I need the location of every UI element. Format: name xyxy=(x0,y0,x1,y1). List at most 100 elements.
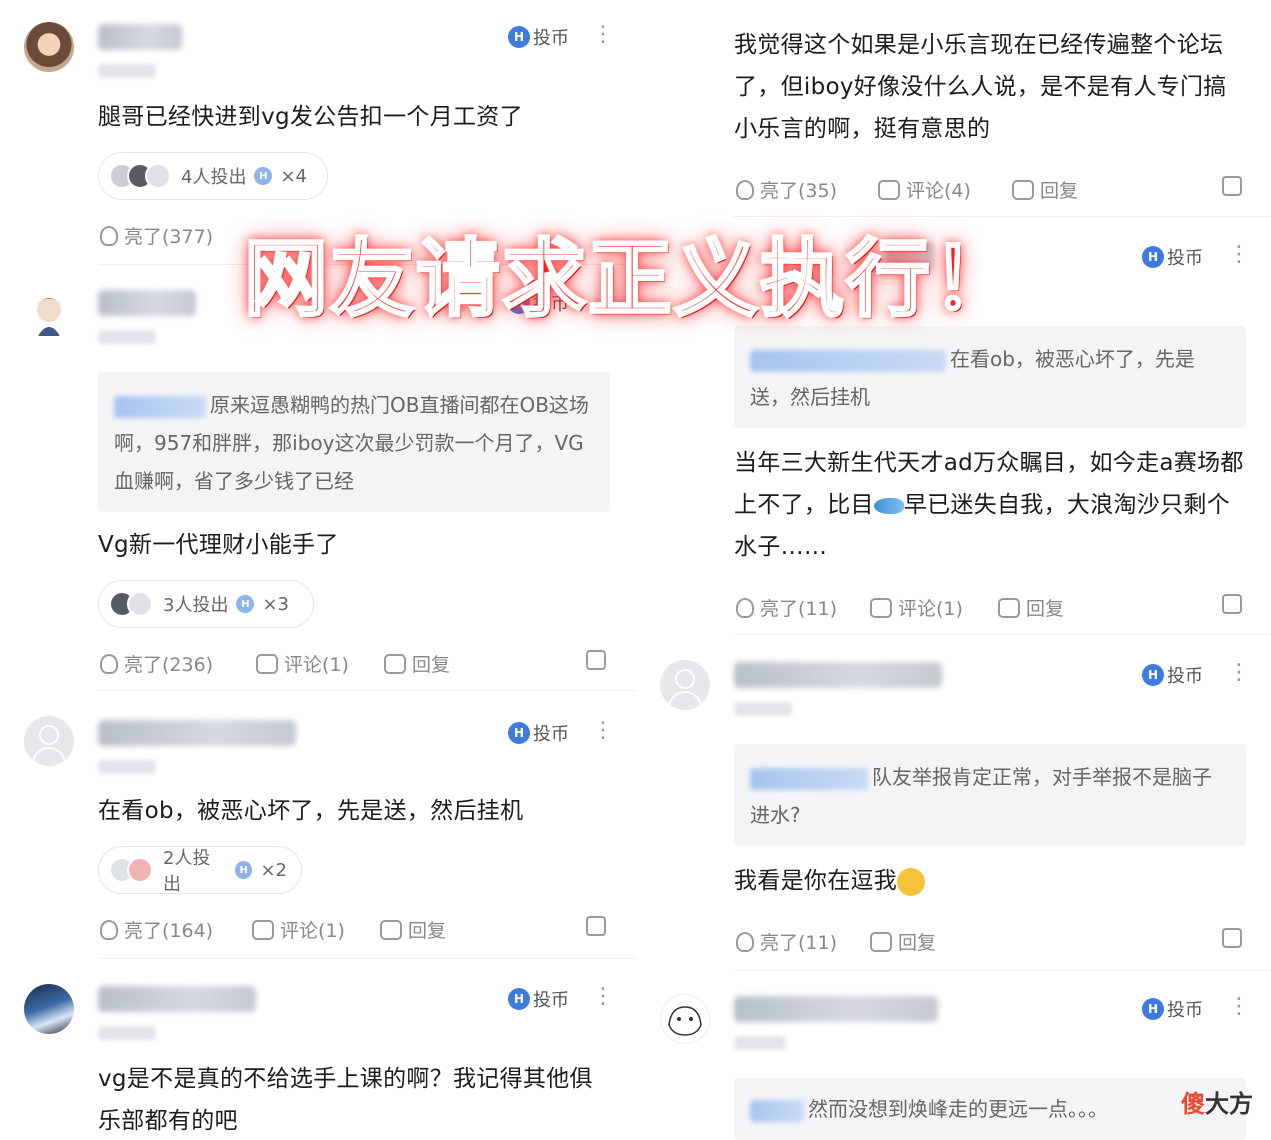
reply-label: 回复 xyxy=(1040,180,1079,202)
avatar[interactable] xyxy=(660,994,710,1044)
username-blurred[interactable] xyxy=(98,986,256,1012)
reply-button[interactable]: 回复 xyxy=(1012,176,1078,203)
action-bar: 亮了(164) 评论(1) 回复 xyxy=(100,916,612,944)
coin-icon: H xyxy=(508,722,530,744)
bulb-icon xyxy=(100,225,118,246)
quoted-reply[interactable]: 队友举报肯定正常，对手举报不是脑子进水? xyxy=(734,744,1246,846)
like-button[interactable]: 亮了(236) xyxy=(100,650,213,677)
like-button[interactable]: 亮了(164) xyxy=(100,916,213,943)
comment-button[interactable]: 评论(1) xyxy=(870,594,963,621)
like-count: 亮了(11) xyxy=(760,598,838,620)
watermark-part: 傻 xyxy=(1181,1090,1205,1118)
coin-button[interactable]: H 投币 xyxy=(1142,662,1203,688)
more-vertical-icon[interactable]: ⋮ xyxy=(1228,662,1250,684)
bulb-icon xyxy=(100,919,118,940)
comment-text: 当年三大新生代天才ad万众瞩目，如今走a赛场都上不了，比目 早已迷失自我，大浪淘沙… xyxy=(734,442,1248,568)
quoted-reply[interactable]: 原来逗愚糊鸭的热门OB直播间都在OB这场啊，957和胖胖，那iboy这次最少罚款… xyxy=(98,372,610,512)
like-button[interactable]: 亮了(377) xyxy=(100,222,213,249)
coin-label: 投币 xyxy=(1167,1000,1203,1021)
default-avatar-icon xyxy=(675,669,695,689)
reply-label: 回复 xyxy=(408,920,447,942)
share-icon xyxy=(586,916,606,936)
avatar[interactable] xyxy=(24,716,74,766)
coin-donors[interactable]: 2人投出 H ×2 xyxy=(98,846,302,895)
quoted-text: 然而没想到焕峰走的更远一点。。。 xyxy=(808,1097,1108,1121)
quoted-username-blurred xyxy=(750,1099,804,1122)
comment-icon xyxy=(252,919,274,940)
watermark: 傻大方 xyxy=(1181,1084,1253,1119)
default-avatar-icon xyxy=(39,725,59,745)
share-button[interactable] xyxy=(586,650,606,670)
more-vertical-icon[interactable]: ⋮ xyxy=(592,24,614,46)
share-button[interactable] xyxy=(1222,928,1242,948)
more-vertical-icon[interactable]: ⋮ xyxy=(1228,996,1250,1018)
share-button[interactable] xyxy=(1222,594,1242,614)
post-time-blurred xyxy=(98,760,156,774)
reply-icon xyxy=(380,919,402,940)
avatar-sketch xyxy=(668,1006,702,1036)
username-blurred[interactable] xyxy=(98,24,182,50)
fish-emoji-icon xyxy=(873,497,904,514)
donor-count: 2人投出 xyxy=(163,848,211,895)
like-count: 亮了(35) xyxy=(760,180,838,202)
smile-emoji-icon xyxy=(897,867,926,896)
username-blurred[interactable] xyxy=(734,662,942,688)
reply-button[interactable]: 回复 xyxy=(870,928,936,955)
comment-text: vg是不是真的不给选手上课的啊？我记得其他俱乐部都有的吧 xyxy=(98,1066,593,1134)
share-icon xyxy=(1222,176,1242,196)
like-count: 亮了(164) xyxy=(124,920,214,942)
donor-avatar xyxy=(127,591,153,617)
coin-button[interactable]: H 投币 xyxy=(508,986,569,1012)
donor-avatar xyxy=(145,163,171,189)
avatar[interactable] xyxy=(24,984,74,1034)
more-vertical-icon[interactable]: ⋮ xyxy=(592,720,614,742)
coin-donors[interactable]: 4人投出 H ×4 xyxy=(98,152,328,200)
comment-button[interactable]: 评论(1) xyxy=(252,916,345,943)
quoted-reply[interactable]: 在看ob，被恶心坏了，先是送，然后挂机 xyxy=(734,326,1246,428)
donor-avatars xyxy=(109,163,171,189)
donor-avatars xyxy=(109,591,153,617)
quoted-username-blurred xyxy=(114,395,206,418)
more-vertical-icon[interactable]: ⋮ xyxy=(1228,244,1250,266)
comment-text: 我看是你在逗我 xyxy=(734,860,1246,902)
coin-button[interactable]: H 投币 xyxy=(1142,996,1203,1022)
comment-button[interactable]: 评论(4) xyxy=(878,176,971,203)
overlay-banner-title: 网友请求正义执行！ xyxy=(242,229,1019,330)
reply-label: 回复 xyxy=(412,654,451,676)
avatar[interactable] xyxy=(660,660,710,710)
username-blurred[interactable] xyxy=(734,996,938,1022)
coin-button[interactable]: H 投币 xyxy=(508,24,569,50)
coin-label: 投币 xyxy=(533,28,569,49)
share-button[interactable] xyxy=(1222,176,1242,196)
watermark-part: 大方 xyxy=(1205,1090,1253,1118)
reply-label: 回复 xyxy=(898,932,937,954)
like-count: 亮了(377) xyxy=(124,226,214,248)
like-button[interactable]: 亮了(11) xyxy=(736,594,837,621)
action-bar: 亮了(236) 评论(1) 回复 xyxy=(100,650,612,678)
like-button[interactable]: 亮了(11) xyxy=(736,928,837,955)
reply-button[interactable]: 回复 xyxy=(384,650,450,677)
coin-button[interactable]: H 投币 xyxy=(1142,244,1203,270)
comment-button[interactable]: 评论(1) xyxy=(256,650,349,677)
bulb-icon xyxy=(736,931,754,952)
more-vertical-icon[interactable]: ⋮ xyxy=(592,986,614,1008)
share-button[interactable] xyxy=(586,916,606,936)
username-blurred[interactable] xyxy=(98,290,196,316)
comment-count: 评论(4) xyxy=(906,180,971,202)
username-blurred[interactable] xyxy=(98,720,296,746)
reply-button[interactable]: 回复 xyxy=(998,594,1064,621)
avatar[interactable] xyxy=(24,288,74,338)
comment-text: 在看ob，被恶心坏了，先是送，然后挂机 xyxy=(98,798,524,824)
reply-button[interactable]: 回复 xyxy=(380,916,446,943)
share-icon xyxy=(1222,594,1242,614)
quoted-reply[interactable]: 然而没想到焕峰走的更远一点。。。 xyxy=(734,1078,1246,1140)
coin-button[interactable]: H 投币 xyxy=(508,720,569,746)
quoted-username-blurred xyxy=(750,349,946,372)
action-bar: 亮了(35) 评论(4) 回复 xyxy=(736,176,1248,204)
like-button[interactable]: 亮了(35) xyxy=(736,176,837,203)
share-icon xyxy=(586,650,606,670)
like-count: 亮了(11) xyxy=(760,932,838,954)
coin-donors[interactable]: 3人投出 H ×3 xyxy=(98,580,314,628)
avatar[interactable] xyxy=(24,22,74,72)
default-avatar-body xyxy=(668,691,702,710)
